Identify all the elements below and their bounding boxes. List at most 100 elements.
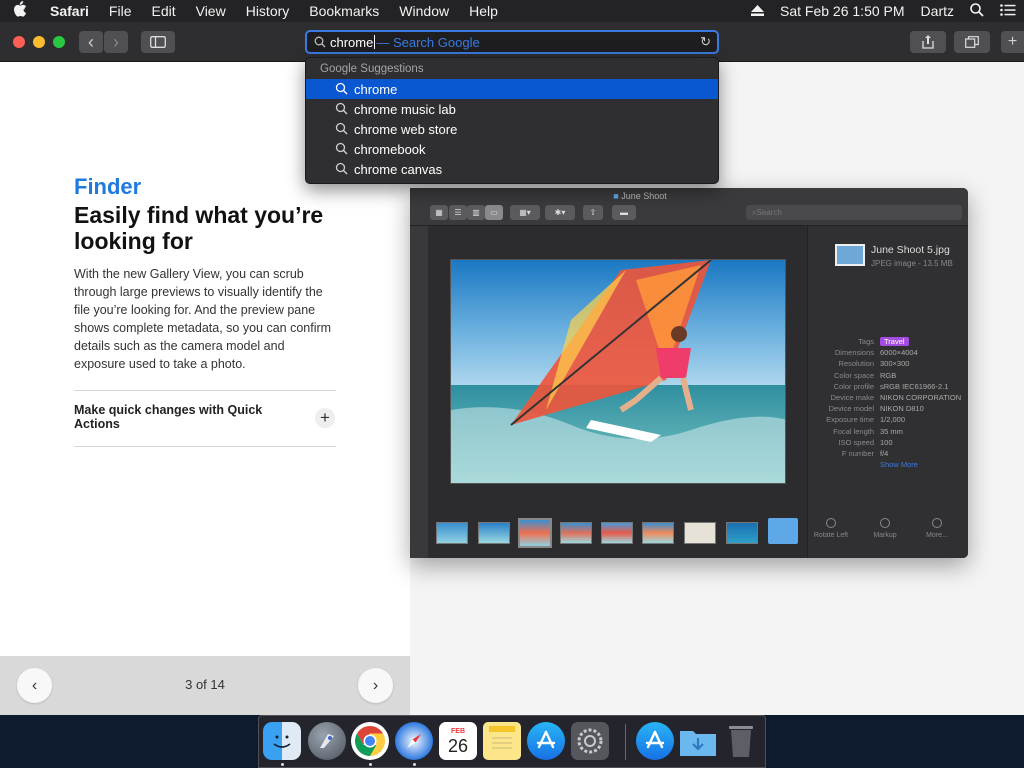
metadata-row: Focal length 35 mm	[808, 426, 968, 437]
dock-separator	[625, 724, 626, 760]
tag-badge: Travel	[880, 337, 909, 346]
app-store-downloads-icon[interactable]	[636, 722, 674, 760]
show-more-link: Show More	[880, 460, 918, 470]
section-eyebrow: Finder	[74, 174, 142, 199]
metadata-value: sRGB IEC61966-2.1	[880, 381, 949, 391]
metadata-key: ISO speed	[838, 437, 874, 447]
list-view-icon: ☰	[449, 205, 467, 220]
expand-plus-icon[interactable]: +	[315, 408, 335, 428]
metadata-key: Focal length	[833, 426, 874, 436]
search-suggestions-dropdown: Google Suggestions chrome chrome music l…	[305, 57, 719, 184]
divider	[74, 446, 336, 447]
metadata-row: Dimensions 6000×4004	[808, 347, 968, 358]
metadata-row: Show More	[808, 459, 968, 470]
thumbnail-strip	[428, 506, 807, 558]
photo-thumbnail	[478, 522, 510, 544]
tag-icon: ▬	[612, 205, 636, 220]
metadata-key: Tags	[858, 337, 874, 346]
action-label: Markup	[873, 532, 897, 539]
next-slide-button[interactable]: ›	[358, 668, 393, 703]
calendar-icon[interactable]: FEB 26	[439, 722, 477, 760]
photo-thumbnail-selected	[518, 518, 552, 548]
launchpad-icon[interactable]	[308, 722, 346, 760]
address-bar[interactable]: chrome — Search Google ↻	[305, 30, 719, 54]
document-thumbnail	[684, 522, 716, 544]
suggestion-label: chrome web store	[354, 121, 458, 137]
close-window-button[interactable]	[13, 36, 25, 48]
menu-view[interactable]: View	[186, 3, 236, 19]
suggestion-item[interactable]: chrome	[306, 79, 718, 99]
downloads-folder-icon[interactable]	[679, 722, 717, 760]
search-icon	[335, 122, 348, 135]
previous-slide-button[interactable]: ‹	[17, 668, 52, 703]
trash-icon[interactable]	[722, 722, 760, 760]
menu-safari[interactable]: Safari	[40, 3, 99, 19]
suggestion-item[interactable]: chrome canvas	[306, 159, 718, 179]
notification-center-icon[interactable]	[992, 3, 1024, 19]
metadata-value: 300×300	[880, 359, 910, 369]
search-icon	[314, 36, 326, 48]
reload-icon[interactable]: ↻	[700, 34, 711, 50]
finder-search-field: ⌕ Search	[746, 205, 962, 220]
finder-search-placeholder: Search	[756, 208, 782, 217]
rotate-left-action: Rotate Left	[807, 518, 855, 539]
share-button[interactable]	[910, 31, 946, 53]
spotlight-icon[interactable]	[962, 2, 992, 20]
safari-icon[interactable]	[395, 722, 433, 760]
more-action: More...	[913, 518, 961, 539]
more-icon	[932, 518, 942, 528]
zoom-window-button[interactable]	[53, 36, 65, 48]
sidebar-toggle-button[interactable]	[141, 31, 175, 53]
menu-history[interactable]: History	[236, 3, 300, 19]
suggestion-item[interactable]: chrome web store	[306, 119, 718, 139]
metadata-row: Resolution 300×300	[808, 358, 968, 369]
suggestion-item[interactable]: chromebook	[306, 139, 718, 159]
search-icon	[335, 162, 348, 175]
sidebar-icon	[150, 36, 166, 48]
share-icon: ⇧	[583, 205, 603, 220]
apple-menu-icon[interactable]	[0, 1, 40, 21]
eject-icon[interactable]	[743, 3, 772, 19]
new-tab-button[interactable]: +	[1001, 31, 1024, 53]
finder-icon[interactable]	[263, 722, 301, 760]
menu-user[interactable]: Dartz	[913, 3, 962, 19]
show-tabs-button[interactable]	[954, 31, 990, 53]
file-name: June Shoot 5.jpg	[871, 244, 950, 256]
metadata-key: Dimensions	[834, 348, 874, 358]
gallery-pager: ‹ 3 of 14 ›	[0, 656, 410, 715]
forward-button[interactable]: ›	[104, 31, 128, 53]
divider	[74, 390, 336, 391]
metadata-key: Resolution	[838, 359, 874, 369]
suggestion-item[interactable]: chrome music lab	[306, 99, 718, 119]
address-input-text[interactable]: chrome	[330, 35, 373, 50]
menu-window[interactable]: Window	[389, 3, 459, 19]
menu-bar: Safari File Edit View History Bookmarks …	[0, 0, 1024, 22]
metadata-key: Exposure time	[826, 415, 874, 425]
finder-title-text: June Shoot	[621, 191, 667, 201]
accordion-quick-actions[interactable]: Make quick changes with Quick Actions	[74, 403, 294, 431]
suggestion-label: chromebook	[354, 141, 426, 157]
menu-help[interactable]: Help	[459, 3, 508, 19]
minimize-window-button[interactable]	[33, 36, 45, 48]
metadata-key: F number	[841, 449, 874, 459]
calendar-day: 26	[447, 735, 469, 756]
notes-icon[interactable]	[483, 722, 521, 760]
menu-clock[interactable]: Sat Feb 26 1:50 PM	[772, 3, 913, 19]
running-indicator	[413, 763, 416, 766]
app-store-icon[interactable]	[527, 722, 565, 760]
metadata-value: NIKON D810	[880, 404, 924, 414]
photo-thumbnail	[726, 522, 758, 544]
chrome-icon[interactable]	[351, 722, 389, 760]
metadata-key: Color space	[833, 370, 874, 380]
share-icon	[922, 35, 934, 49]
photo-thumbnail	[601, 522, 633, 544]
back-button[interactable]: ‹	[79, 31, 103, 53]
menu-file[interactable]: File	[99, 3, 142, 19]
metadata-key: Color profile	[833, 381, 874, 391]
system-preferences-icon[interactable]	[571, 722, 609, 760]
metadata-row: F number f/4	[808, 448, 968, 459]
menu-edit[interactable]: Edit	[141, 3, 185, 19]
finder-titlebar: ■ June Shoot ▦ ☰ ▥ ▭ ▦▾ ✱▾ ⇧ ▬ ⌕ Search	[410, 188, 968, 226]
menu-bookmarks[interactable]: Bookmarks	[299, 3, 389, 19]
finder-sidebar	[410, 226, 428, 558]
